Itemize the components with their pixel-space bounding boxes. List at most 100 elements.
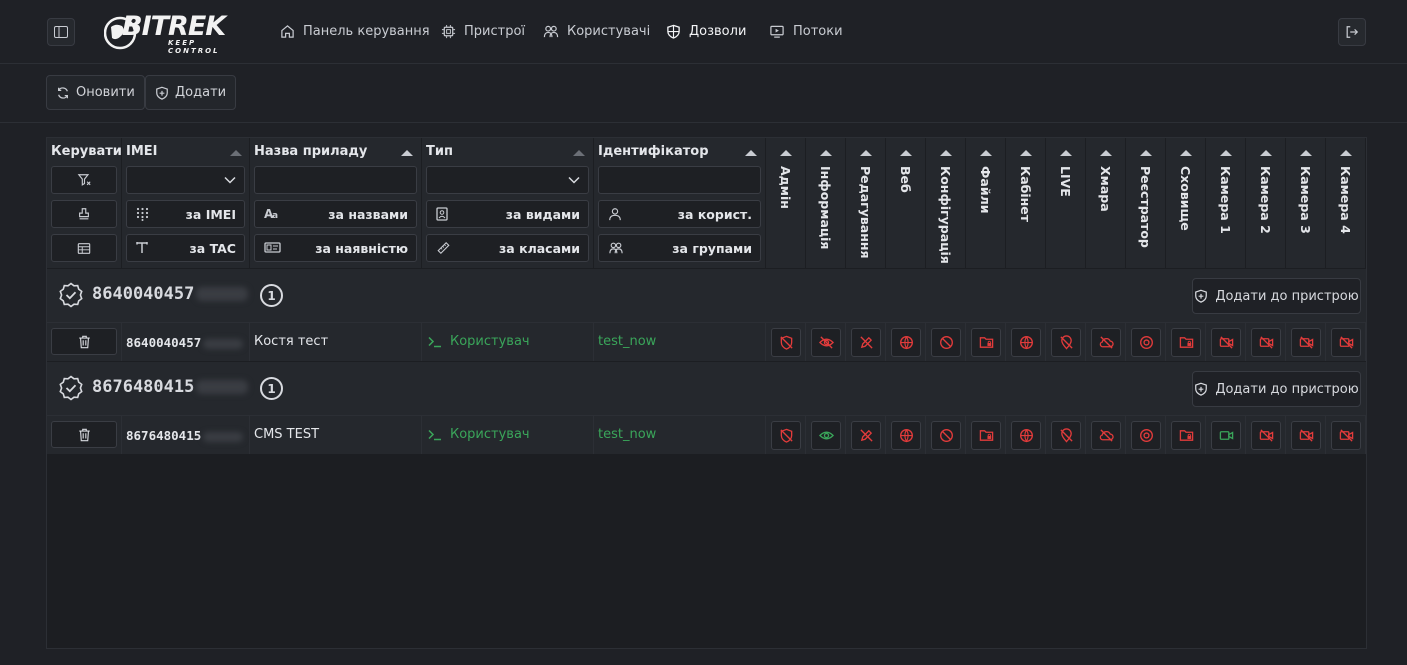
permission-title[interactable]: Сховище [1178, 166, 1193, 231]
nav-users[interactable]: Користувачі [543, 20, 650, 42]
header-type-title[interactable]: Тип [426, 144, 453, 159]
add-button[interactable]: Додати [145, 75, 237, 110]
filter-by-kinds-button[interactable]: за видами [426, 200, 589, 228]
sort-up-icon[interactable] [1260, 150, 1272, 156]
permission-toggle[interactable] [931, 421, 961, 450]
permission-toggle[interactable] [1051, 328, 1081, 357]
header-imei-title[interactable]: IMEI [126, 144, 158, 159]
permission-toggle[interactable] [1331, 421, 1361, 450]
permission-toggle[interactable] [1251, 328, 1281, 357]
filter-by-tac-button[interactable]: за TAC [126, 234, 245, 262]
permission-toggle[interactable] [1211, 328, 1241, 357]
permission-toggle[interactable] [851, 328, 881, 357]
sort-up-icon[interactable] [940, 150, 952, 156]
permission-toggle[interactable] [931, 328, 961, 357]
permission-title[interactable]: Кабінет [1018, 166, 1033, 222]
sort-up-icon[interactable] [1020, 150, 1032, 156]
sort-up-icon[interactable] [1300, 150, 1312, 156]
text-size-icon: Aa [264, 207, 278, 220]
permission-title[interactable]: Адмін [778, 166, 793, 209]
permission-title[interactable]: Камера 3 [1298, 166, 1313, 234]
sort-up-icon[interactable] [1340, 150, 1352, 156]
sort-up-icon[interactable] [780, 150, 792, 156]
sort-up-icon[interactable] [1060, 150, 1072, 156]
permission-title[interactable]: Реєстратор [1138, 166, 1153, 248]
sidebar-toggle-button[interactable] [47, 18, 75, 46]
permission-title[interactable]: Камера 4 [1338, 166, 1353, 234]
permission-toggle[interactable] [1291, 328, 1321, 357]
stamp-button[interactable] [51, 200, 117, 228]
sort-up-icon[interactable] [230, 150, 242, 156]
permission-toggle[interactable] [1291, 421, 1321, 450]
permission-toggle[interactable] [891, 421, 921, 450]
clear-filters-button[interactable] [51, 166, 117, 194]
header-identifier-title[interactable]: Ідентифікатор [598, 144, 709, 159]
permission-title[interactable]: Інформація [818, 166, 833, 249]
delete-button[interactable] [51, 421, 117, 448]
permission-toggle[interactable] [891, 328, 921, 357]
device-name-input[interactable] [254, 166, 417, 194]
permission-toggle[interactable] [971, 421, 1001, 450]
permission-title[interactable]: Хмара [1098, 166, 1113, 212]
header-device-name-title[interactable]: Назва приладу [254, 144, 367, 159]
permission-toggle[interactable] [771, 421, 801, 450]
filter-by-user-button[interactable]: за корист. [598, 200, 761, 228]
permission-title[interactable]: Конфігурація [938, 166, 953, 264]
filter-by-name-button[interactable]: Aa за назвами [254, 200, 417, 228]
permission-toggle[interactable] [1211, 421, 1241, 450]
filter-by-groups-button[interactable]: за групами [598, 234, 761, 262]
brand-logo[interactable]: BITREK KEEP CONTROL [104, 12, 246, 55]
permission-title[interactable]: Файли [978, 166, 993, 214]
sort-up-icon[interactable] [1180, 150, 1192, 156]
imei-select[interactable] [126, 166, 245, 194]
permission-title[interactable]: Камера 1 [1218, 166, 1233, 234]
filter-by-presence-button[interactable]: за наявністю [254, 234, 417, 262]
permission-title[interactable]: Веб [898, 166, 913, 193]
identifier-input[interactable] [598, 166, 761, 194]
add-to-device-button[interactable]: Додати до пристрою [1192, 371, 1361, 407]
refresh-button[interactable]: Оновити [46, 75, 145, 110]
permission-toggle[interactable] [811, 328, 841, 357]
permission-toggle[interactable] [1051, 421, 1081, 450]
permission-title[interactable]: Камера 2 [1258, 166, 1273, 234]
permission-toggle[interactable] [1171, 421, 1201, 450]
stream-icon [770, 25, 784, 38]
permission-toggle[interactable] [1171, 328, 1201, 357]
sort-up-icon[interactable] [745, 150, 757, 156]
permission-toggle[interactable] [1131, 421, 1161, 450]
sort-up-icon[interactable] [573, 150, 585, 156]
permissions-grid: Керувати IMEI за IMEI за TAC Назва прила… [46, 137, 1367, 649]
permission-toggle[interactable] [771, 328, 801, 357]
permission-toggle[interactable] [1011, 421, 1041, 450]
sort-up-icon[interactable] [1100, 150, 1112, 156]
sort-up-icon[interactable] [401, 150, 413, 156]
sort-up-icon[interactable] [820, 150, 832, 156]
permission-toggle[interactable] [1091, 421, 1121, 450]
logout-button[interactable] [1338, 18, 1366, 46]
sort-up-icon[interactable] [900, 150, 912, 156]
sort-up-icon[interactable] [1220, 150, 1232, 156]
permission-toggle[interactable] [1331, 328, 1361, 357]
filter-by-imei-button[interactable]: за IMEI [126, 200, 245, 228]
permission-title[interactable]: Редагування [858, 166, 873, 259]
filter-by-classes-button[interactable]: за класами [426, 234, 589, 262]
add-to-device-button[interactable]: Додати до пристрою [1192, 278, 1361, 314]
permission-toggle[interactable] [1251, 421, 1281, 450]
permission-toggle[interactable] [971, 328, 1001, 357]
sort-up-icon[interactable] [860, 150, 872, 156]
permission-toggle[interactable] [811, 421, 841, 450]
type-select[interactable] [426, 166, 589, 194]
nav-devices[interactable]: Пристрої [441, 20, 525, 42]
nav-permissions[interactable]: Дозволи [666, 20, 746, 42]
delete-button[interactable] [51, 328, 117, 355]
sort-up-icon[interactable] [980, 150, 992, 156]
permission-toggle[interactable] [851, 421, 881, 450]
sort-up-icon[interactable] [1140, 150, 1152, 156]
permission-title[interactable]: LIVE [1058, 166, 1073, 197]
permission-toggle[interactable] [1091, 328, 1121, 357]
permission-toggle[interactable] [1131, 328, 1161, 357]
nav-streams[interactable]: Потоки [769, 20, 843, 42]
permission-toggle[interactable] [1011, 328, 1041, 357]
nav-dashboard[interactable]: Панель керування [280, 20, 430, 42]
table-view-button[interactable] [51, 234, 117, 262]
